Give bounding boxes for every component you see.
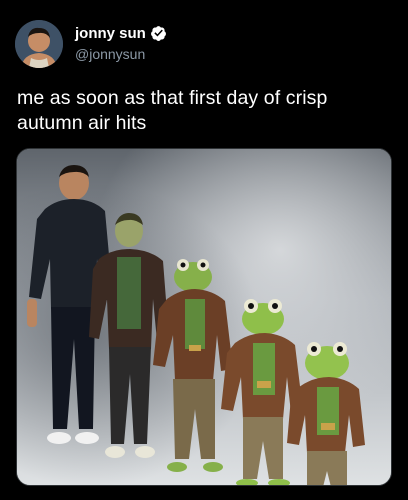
- meme-image: [17, 149, 391, 485]
- display-name-row[interactable]: jonny sun: [75, 24, 167, 43]
- avatar-image: [15, 20, 63, 68]
- author-handle[interactable]: @jonnysun: [75, 44, 167, 64]
- verified-badge-icon: [150, 25, 167, 42]
- author-block: jonny sun @jonnysun: [75, 24, 167, 64]
- display-name[interactable]: jonny sun: [75, 24, 146, 43]
- tweet-text: me as soon as that first day of crisp au…: [17, 87, 328, 134]
- tweet: jonny sun @jonnysun me as soon as that f…: [0, 0, 408, 500]
- tweet-header: jonny sun @jonnysun: [15, 20, 167, 68]
- avatar[interactable]: [15, 20, 63, 68]
- tweet-media[interactable]: [16, 148, 392, 486]
